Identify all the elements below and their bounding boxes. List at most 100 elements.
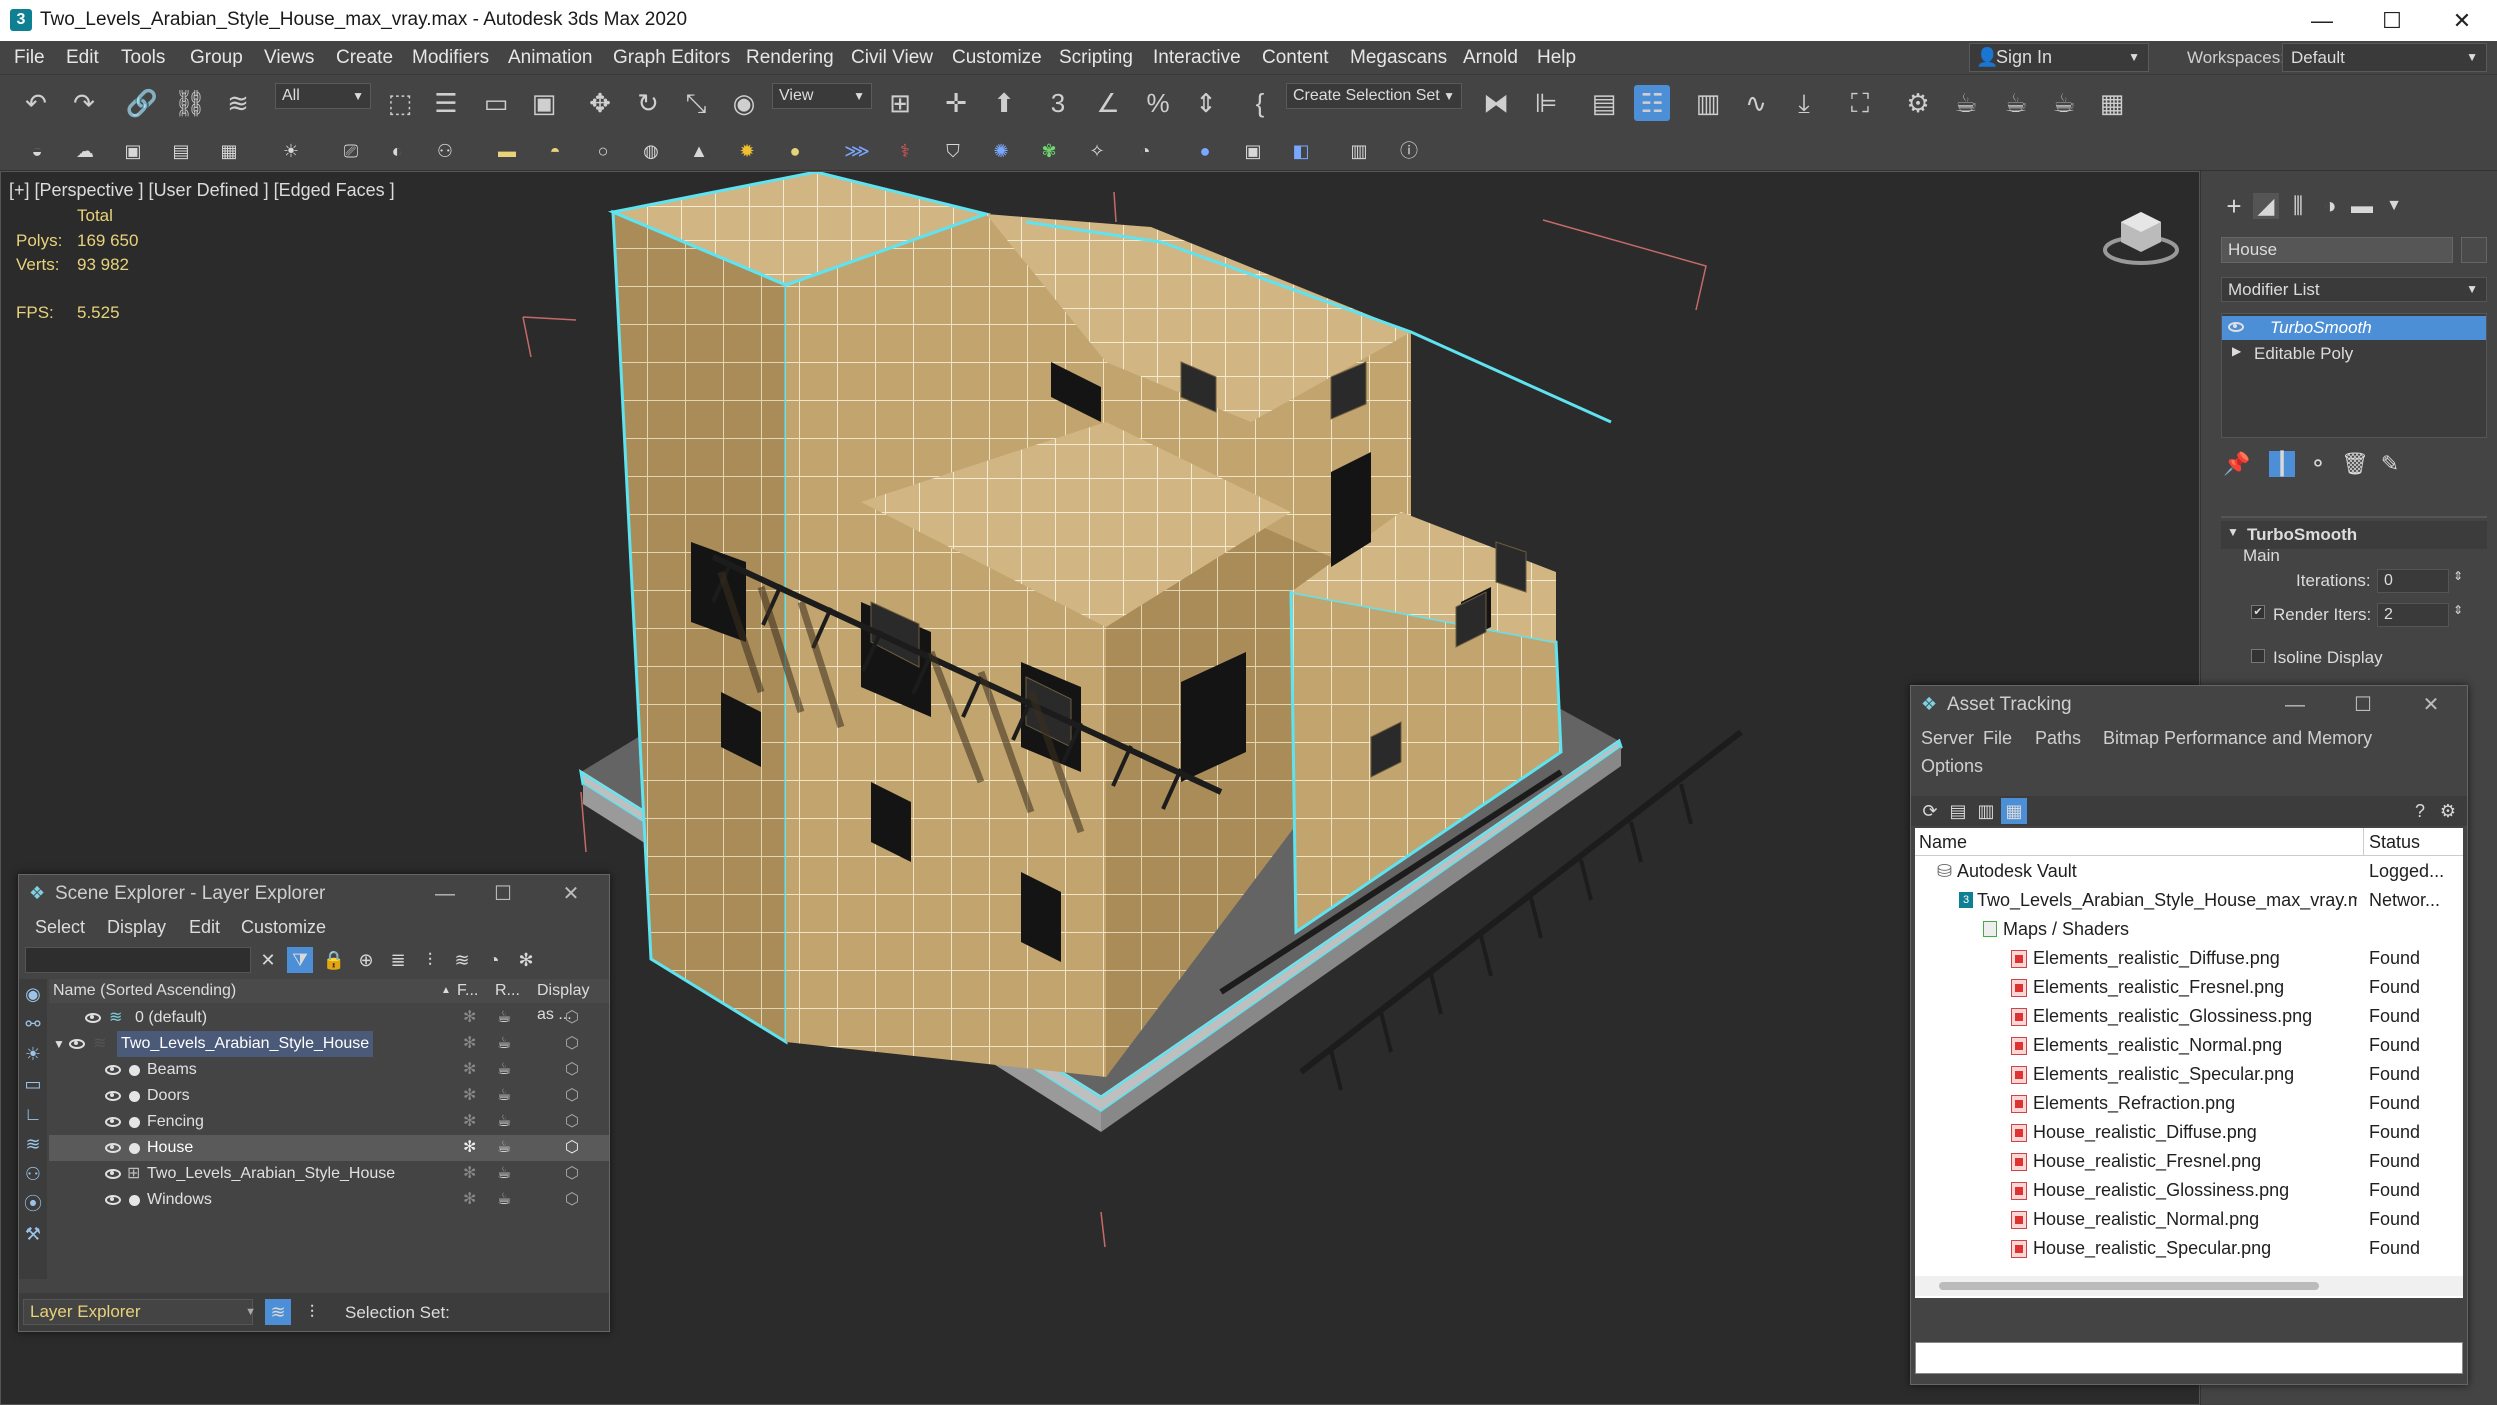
layers-stack-icon[interactable]: ≋ bbox=[449, 947, 475, 973]
eye-icon[interactable] bbox=[105, 1091, 121, 1101]
selection-filter-dropdown[interactable]: All ▼ bbox=[275, 83, 371, 109]
asset-row[interactable]: House_realistic_Normal.png Found bbox=[1915, 1205, 2463, 1234]
teapot-icon[interactable]: ☕ bbox=[497, 1135, 511, 1161]
asset-tracking-titlebar[interactable]: ❖ Asset Tracking — ☐ ✕ bbox=[1911, 686, 2467, 724]
asset-row[interactable]: 3 Two_Levels_Arabian_Style_House_max_vray… bbox=[1915, 886, 2463, 915]
render-icon[interactable]: ◧ bbox=[1288, 138, 1314, 164]
layer-row-selected[interactable]: House ✻ ☕ ⬡ bbox=[49, 1135, 609, 1161]
display-spacewarps-icon[interactable]: ≋ bbox=[20, 1131, 46, 1157]
teapot-icon[interactable]: ☕ bbox=[497, 1057, 511, 1083]
light-icon[interactable]: ☀ bbox=[278, 138, 304, 164]
table-icon[interactable]: ▦ bbox=[216, 138, 242, 164]
display-shapes-icon[interactable]: ⚯ bbox=[20, 1011, 46, 1037]
keyboard-shortcut-override-icon[interactable]: ⬆ bbox=[986, 85, 1022, 121]
group-icon[interactable]: ⚇ bbox=[432, 138, 458, 164]
menu-file[interactable]: File bbox=[14, 47, 45, 69]
vfb-icon[interactable]: ▣ bbox=[1240, 138, 1266, 164]
layer-row[interactable]: ≋ 0 (default) ✻ ☕ ⬡ bbox=[49, 1005, 609, 1031]
help-icon[interactable]: ⓘ bbox=[1396, 138, 1422, 164]
menu-tools[interactable]: Tools bbox=[121, 47, 165, 69]
link-icon[interactable]: 🔗 bbox=[124, 85, 160, 121]
hierarchy-mode-icon[interactable]: ⫶ bbox=[299, 1299, 325, 1325]
settings-icon[interactable]: ⚙ bbox=[2435, 798, 2461, 824]
asset-row[interactable]: House_realistic_Fresnel.png Found bbox=[1915, 1147, 2463, 1176]
place-icon[interactable]: ◉ bbox=[726, 85, 762, 121]
minimize-button[interactable]: — bbox=[2275, 690, 2315, 720]
scene-explorer-titlebar[interactable]: ❖ Scene Explorer - Layer Explorer — ☐ ✕ bbox=[19, 875, 609, 913]
mirror-icon[interactable]: ⧓ bbox=[1478, 85, 1514, 121]
display-groups-icon[interactable]: ⚇ bbox=[20, 1161, 46, 1187]
settings-icon[interactable]: ▥ bbox=[1346, 138, 1372, 164]
display-tab-icon[interactable]: ▬ bbox=[2349, 193, 2375, 219]
teapot-icon[interactable]: ☕ bbox=[497, 1005, 511, 1031]
hierarchy-icon[interactable]: ⫶ bbox=[417, 947, 443, 973]
cloud-icon[interactable]: ☁ bbox=[72, 138, 98, 164]
layer-row[interactable]: Windows ✻ ☕ ⬡ bbox=[49, 1187, 609, 1213]
plane-icon[interactable]: ▬ bbox=[494, 138, 520, 164]
teapot-icon[interactable]: ☕ bbox=[497, 1109, 511, 1135]
maximize-button[interactable]: ☐ bbox=[2357, 0, 2427, 41]
menu-graph-editors[interactable]: Graph Editors bbox=[613, 47, 730, 69]
teapot-icon[interactable]: ☕ bbox=[497, 1031, 511, 1057]
stack-item-turbosmooth[interactable]: TurboSmooth bbox=[2222, 316, 2486, 340]
help-icon[interactable]: ? bbox=[2407, 798, 2433, 824]
eye-icon[interactable] bbox=[105, 1169, 121, 1179]
reference-coordinate-dropdown[interactable]: View ▼ bbox=[772, 83, 872, 109]
edit-named-selection-icon[interactable]: { bbox=[1242, 85, 1278, 121]
layers-mode-icon[interactable]: ≋ bbox=[265, 1299, 291, 1325]
remove-modifier-icon[interactable]: 🗑 bbox=[2341, 451, 2369, 477]
freeze-icon[interactable]: ✻ bbox=[463, 1057, 476, 1083]
select-object-icon[interactable]: ⬚ bbox=[382, 85, 418, 121]
sphere-fade-icon[interactable]: ✧ bbox=[1084, 138, 1110, 164]
freeze-icon[interactable]: ✻ bbox=[463, 1083, 476, 1109]
disc-icon[interactable]: ◍ bbox=[638, 138, 664, 164]
layer-row[interactable]: ⊞ Two_Levels_Arabian_Style_House ✻ ☕ ⬡ bbox=[49, 1161, 609, 1187]
object-color-swatch[interactable] bbox=[2461, 237, 2487, 263]
explorer-mode-dropdown[interactable]: Layer Explorer ▼ bbox=[23, 1299, 256, 1325]
layer-row[interactable]: Fencing ✻ ☕ ⬡ bbox=[49, 1109, 609, 1135]
clipper-icon[interactable]: ◔ bbox=[1132, 138, 1158, 164]
display-box-icon[interactable]: ⬡ bbox=[565, 1161, 579, 1187]
mesh-clipper-icon[interactable]: ⛉ bbox=[940, 138, 966, 164]
isoline-display-checkbox[interactable] bbox=[2251, 649, 2265, 663]
hierarchy-tab-icon[interactable]: ⫼ bbox=[2285, 193, 2311, 219]
menu-group[interactable]: Group bbox=[190, 47, 243, 69]
list-view-icon[interactable]: ▤ bbox=[1945, 798, 1971, 824]
camera-icon[interactable]: ⎚ bbox=[338, 138, 364, 164]
freeze-icon[interactable]: ✻ bbox=[463, 1109, 476, 1135]
pin-stack-icon[interactable]: 📌 bbox=[2223, 451, 2250, 477]
eye-icon[interactable] bbox=[105, 1195, 121, 1205]
select-manipulate-icon[interactable]: ✛ bbox=[938, 85, 974, 121]
material-editor-icon[interactable]: ⚙ bbox=[1900, 85, 1936, 121]
layer-row[interactable]: Beams ✻ ☕ ⬡ bbox=[49, 1057, 609, 1083]
menu-customize[interactable]: Customize bbox=[241, 917, 326, 938]
file-icon[interactable]: ▤ bbox=[168, 138, 194, 164]
scene-search-input[interactable] bbox=[25, 947, 251, 973]
hide-icon[interactable]: ◔ bbox=[481, 947, 507, 973]
display-box-icon[interactable]: ⬡ bbox=[565, 1109, 579, 1135]
display-box-icon[interactable]: ⬡ bbox=[565, 1057, 579, 1083]
menu-file[interactable]: File bbox=[1983, 728, 2012, 749]
menu-edit[interactable]: Edit bbox=[66, 47, 99, 69]
column-renderable[interactable]: R... bbox=[495, 979, 520, 1003]
menu-arnold[interactable]: Arnold bbox=[1463, 47, 1518, 69]
thumbnail-view-icon[interactable]: ▥ bbox=[1973, 798, 1999, 824]
menu-interactive[interactable]: Interactive bbox=[1153, 47, 1241, 69]
minimize-button[interactable]: — bbox=[425, 879, 465, 909]
align-icon[interactable]: ⊫ bbox=[1528, 85, 1564, 121]
schematic-view-icon[interactable]: ⛶ bbox=[1842, 85, 1878, 121]
show-end-result-icon[interactable]: ┃ bbox=[2269, 451, 2295, 477]
toggle-ribbon-icon[interactable]: ▥ bbox=[1690, 85, 1726, 121]
menu-options[interactable]: Options bbox=[1921, 756, 1983, 777]
column-frozen[interactable]: F... bbox=[457, 979, 478, 1003]
stack-item-editable-poly[interactable]: ▶ Editable Poly bbox=[2222, 342, 2486, 366]
display-box-icon[interactable]: ⬡ bbox=[565, 1187, 579, 1213]
filter-icon[interactable]: ⧩ bbox=[287, 947, 313, 973]
teapot-icon[interactable]: ◒ bbox=[24, 138, 50, 164]
display-bones-icon[interactable]: ⚒ bbox=[20, 1221, 46, 1247]
render-setup-icon[interactable]: ☕ bbox=[1948, 85, 1984, 121]
close-button[interactable]: ✕ bbox=[551, 879, 591, 909]
menu-server[interactable]: Server bbox=[1921, 728, 1974, 749]
turbosmooth-rollout-header[interactable]: ▼ TurboSmooth bbox=[2221, 521, 2487, 549]
unlink-icon[interactable]: ⛓ bbox=[172, 85, 208, 121]
